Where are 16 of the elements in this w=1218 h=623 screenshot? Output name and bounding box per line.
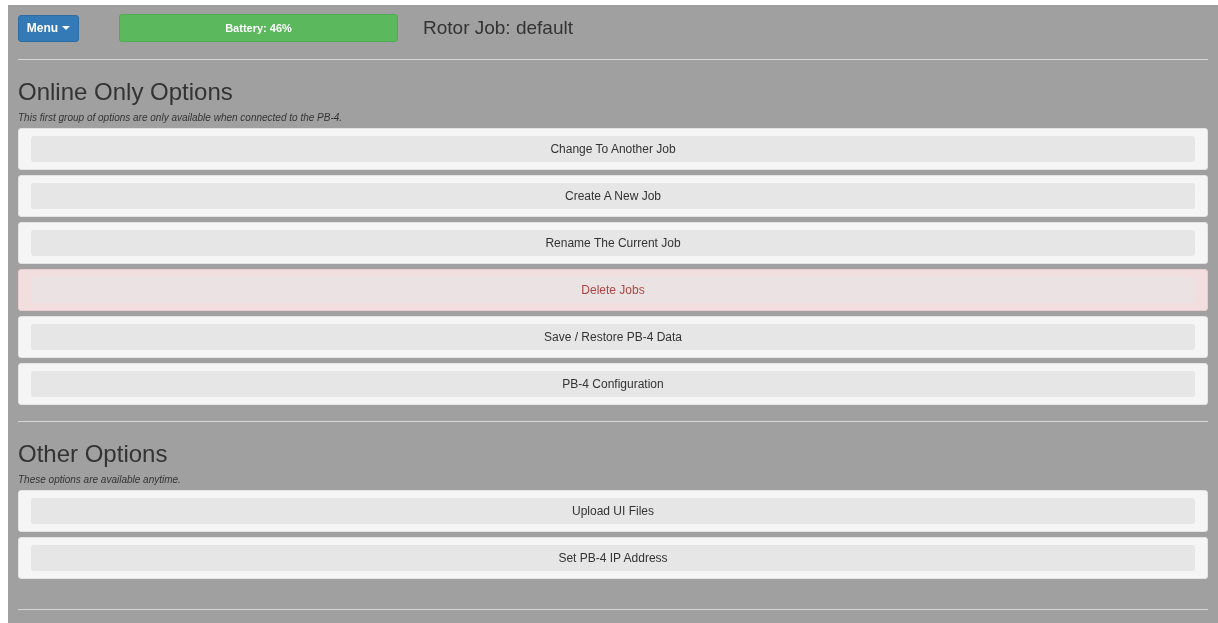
menu-button[interactable]: Menu — [18, 14, 79, 42]
section-heading: Other Options — [18, 440, 169, 468]
option-button[interactable]: Delete Jobs — [31, 277, 1195, 303]
battery-status-bar: Battery: 46% — [119, 14, 398, 42]
option-button[interactable]: Save / Restore PB-4 Data — [31, 324, 1195, 350]
option-button[interactable]: Change To Another Job — [31, 136, 1195, 162]
section-heading: Online Only Options — [18, 78, 234, 106]
section-description: This first group of options are only available when connected to the PB-4. — [18, 112, 344, 123]
option-button[interactable]: PB-4 Configuration — [31, 371, 1195, 397]
option-button[interactable]: Upload UI Files — [31, 498, 1195, 524]
caret-icon — [62, 26, 71, 30]
job-title: Rotor Job: default — [423, 17, 573, 39]
option-button[interactable]: Create A New Job — [31, 183, 1195, 209]
section-description: These options are available anytime. — [18, 474, 182, 485]
option-button[interactable]: Set PB-4 IP Address — [31, 545, 1195, 571]
option-button[interactable]: Rename The Current Job — [31, 230, 1195, 256]
